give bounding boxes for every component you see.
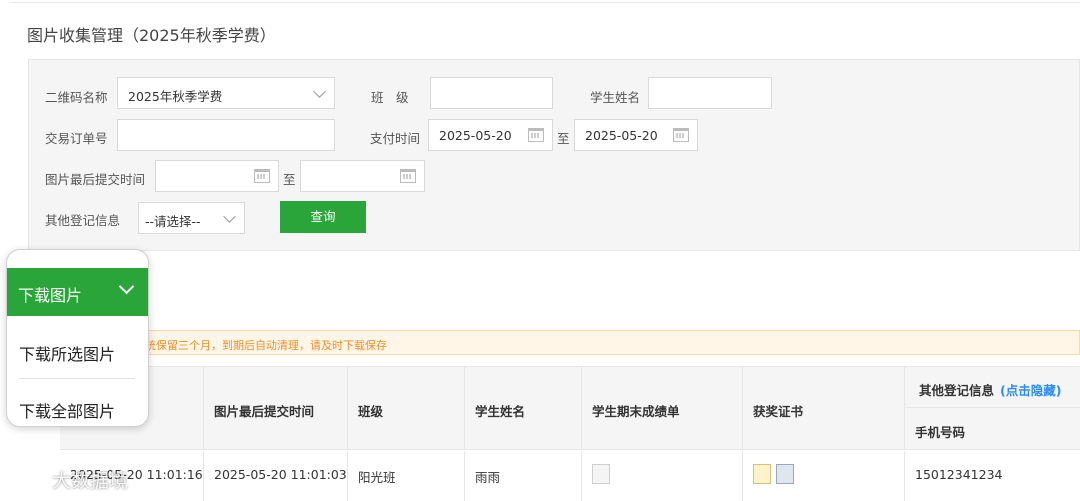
chevron-down-icon — [223, 210, 236, 223]
calendar-icon[interactable] — [400, 169, 416, 183]
page: 图片收集管理（2025年秋季学费） 二维码名称 2025年秋季学费 班 级 学生… — [0, 0, 1080, 501]
records-table: 图片最后提交时间 班级 学生姓名 学生期末成绩单 获奖证书 其他登记信息 (点击… — [60, 366, 1080, 501]
header-other-info: 其他登记信息 (点击隐藏) — [905, 367, 1080, 408]
order-no-input[interactable] — [117, 119, 335, 151]
header-report: 学生期末成绩单 — [582, 367, 743, 450]
chevron-down-icon — [118, 278, 135, 295]
download-images-button[interactable]: 下载图片 — [7, 268, 148, 316]
qrcode-label: 二维码名称 — [45, 90, 108, 105]
class-label: 班 级 — [371, 90, 409, 105]
pay-time-label: 支付时间 — [370, 131, 421, 146]
image-thumbnail-icon[interactable] — [753, 464, 771, 484]
notice-text: 统保留三个月，到期后自动清理，请及时下载保存 — [145, 339, 387, 352]
image-thumbnail-icon[interactable] — [776, 464, 794, 484]
header-last-submit: 图片最后提交时间 — [204, 367, 348, 450]
other-info-select[interactable]: --请选择-- — [138, 202, 245, 234]
img-time-from-input[interactable] — [155, 160, 279, 192]
cell-certificate — [743, 451, 905, 501]
qrcode-select[interactable]: 2025年秋季学费 — [117, 77, 335, 109]
qrcode-select-value: 2025年秋季学费 — [128, 89, 223, 104]
student-name-label: 学生姓名 — [590, 90, 641, 105]
cell-student: 雨雨 — [465, 451, 582, 501]
cell-phone: 15012341234 — [915, 467, 1003, 482]
student-name-input[interactable] — [648, 77, 772, 109]
retention-notice: 统保留三个月，到期后自动清理，请及时下载保存 — [120, 330, 1080, 355]
cell-class: 阳光班 — [348, 451, 465, 501]
header-certificate: 获奖证书 — [743, 367, 905, 450]
download-dropdown: 下载图片 下载所选图片 下载全部图片 — [6, 249, 149, 427]
pay-time-from-input[interactable]: 2025-05-20 — [428, 119, 553, 151]
header-class: 班级 — [348, 367, 465, 450]
chevron-down-icon — [313, 85, 326, 98]
header-student: 学生姓名 — [465, 367, 582, 450]
header-phone: 手机号码 — [905, 408, 1080, 450]
hide-columns-link[interactable]: (点击隐藏) — [1000, 380, 1061, 399]
row-divider — [60, 449, 1080, 450]
calendar-icon[interactable] — [528, 128, 544, 142]
cell-last-submit: 2025-05-20 11:01:03 — [204, 451, 348, 501]
calendar-icon[interactable] — [673, 128, 689, 142]
calendar-icon[interactable] — [254, 169, 270, 183]
pay-time-to-label: 至 — [557, 131, 570, 146]
image-thumbnail-icon[interactable] — [592, 464, 610, 484]
pay-time-to-input[interactable]: 2025-05-20 — [574, 119, 698, 151]
watermark-logo-icon — [10, 470, 40, 486]
img-time-to-input[interactable] — [300, 160, 425, 192]
download-selected-item[interactable]: 下载所选图片 — [7, 323, 148, 379]
query-button[interactable]: 查询 — [280, 201, 366, 233]
order-no-label: 交易订单号 — [45, 131, 108, 146]
watermark-text: 大数据境 — [52, 470, 129, 492]
img-time-to-label: 至 — [283, 172, 296, 187]
page-title: 图片收集管理（2025年秋季学费） — [27, 26, 276, 45]
download-all-item[interactable]: 下载全部图片 — [7, 380, 148, 426]
other-info-label: 其他登记信息 — [45, 213, 121, 228]
top-divider — [10, 2, 1080, 3]
class-input[interactable] — [430, 77, 553, 109]
img-time-label: 图片最后提交时间 — [45, 172, 146, 187]
menu-divider — [19, 378, 135, 379]
cell-report — [582, 451, 743, 501]
